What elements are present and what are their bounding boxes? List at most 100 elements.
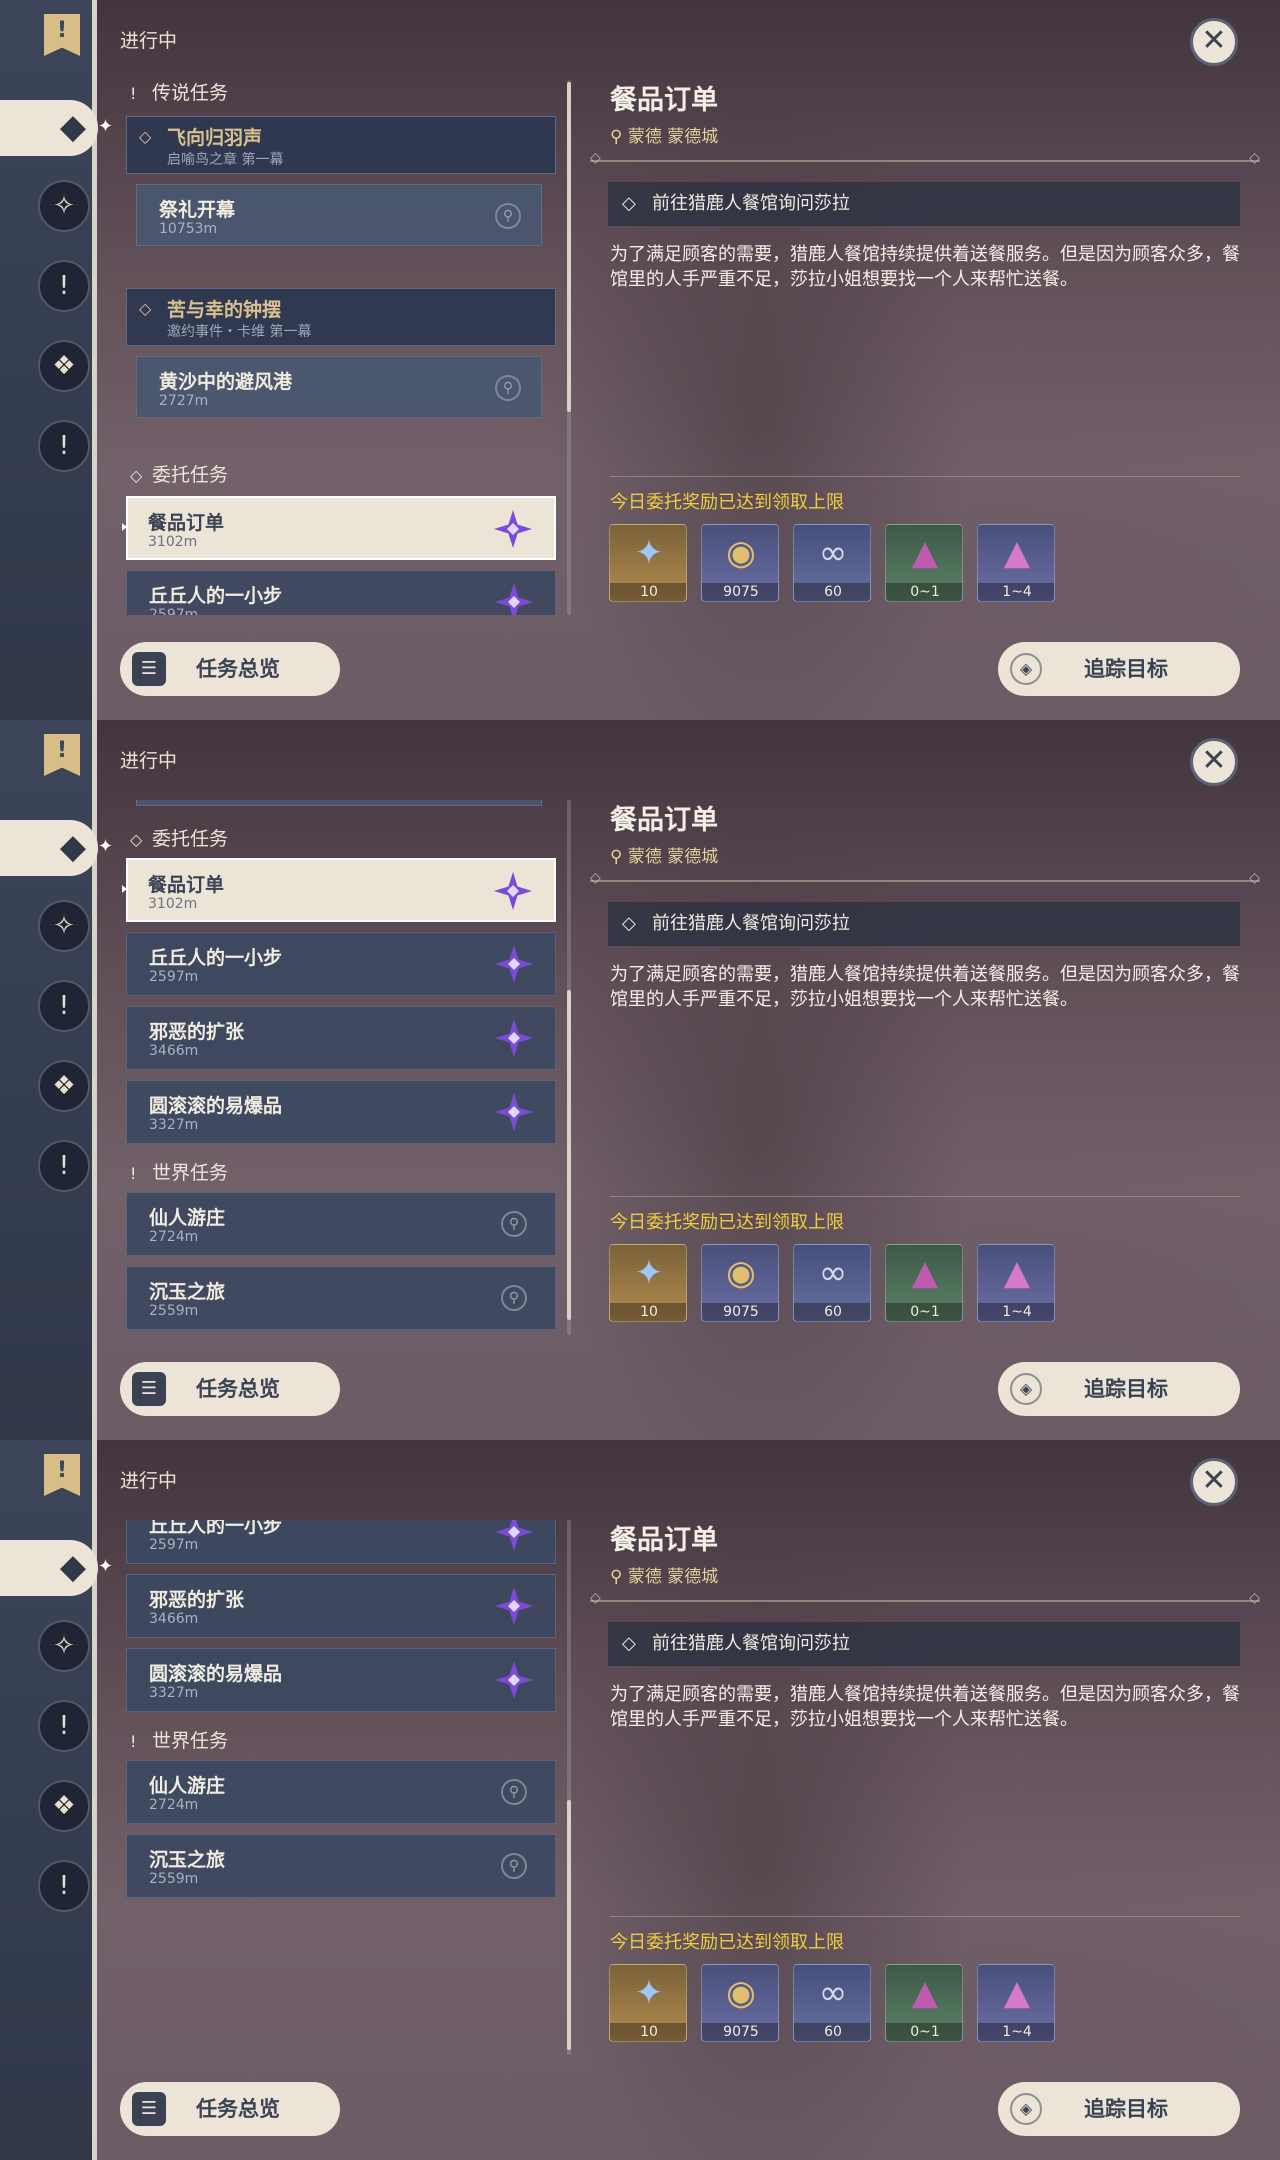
quest-overview-button[interactable]: ☰ 任务总览	[120, 2082, 340, 2136]
quest-title: 餐品订单	[148, 512, 225, 534]
overview-icon: ☰	[132, 652, 166, 686]
track-icon: ◈	[1010, 1373, 1042, 1405]
quest-distance: 2724m	[149, 1797, 199, 1813]
map-pin-icon: ⚲	[501, 1211, 527, 1237]
quest-world-item[interactable]: 沉玉之旅 2559m ⚲	[126, 1266, 556, 1330]
objective-diamond-icon: ◇	[622, 913, 636, 934]
map-pin-icon: ⚲	[495, 375, 521, 401]
quest-description: 为了满足顾客的需要，猎鹿人餐馆持续提供着送餐服务。但是因为顾客众多，餐馆里的人手…	[610, 1684, 1240, 1730]
reward-mora[interactable]: ◉ 9075	[701, 1964, 779, 2042]
reward-primogem[interactable]: ✦ 10	[609, 524, 687, 602]
close-button[interactable]: ✕	[1190, 1458, 1238, 1506]
detail-location: ⚲ 蒙德 蒙德城	[610, 847, 719, 867]
objective-diamond-icon: ◇	[622, 193, 636, 214]
reward-ore[interactable]: ▲ 0~1	[885, 1244, 963, 1322]
quest-legend-1[interactable]: ◇ 飞向归羽声 启喻鸟之章 第一幕	[126, 116, 556, 174]
quest-distance: 3327m	[149, 1685, 199, 1701]
reward-mora[interactable]: ◉ 9075	[701, 1244, 779, 1322]
quest-title: 苦与幸的钟摆	[167, 299, 282, 321]
quest-title: 丘丘人的一小步	[149, 947, 283, 969]
quest-distance: 2597m	[149, 1537, 199, 1553]
quest-title: 飞向归羽声	[167, 127, 263, 149]
list-scrollbar-thumb[interactable]	[567, 990, 571, 1320]
quest-commission-selected[interactable]: 餐品订单 3102m	[122, 496, 556, 560]
section-world-heading: ! 世界任务	[130, 1160, 228, 1186]
section-legend-heading: ! 传说任务	[130, 80, 228, 106]
reward-primogem[interactable]: ✦ 10	[609, 1964, 687, 2042]
reward-crystal[interactable]: ▲ 1~4	[977, 524, 1055, 602]
close-button[interactable]: ✕	[1190, 738, 1238, 786]
selected-arrow-icon	[122, 520, 127, 534]
exp-icon: ∞	[818, 1973, 848, 2013]
quest-commission-item[interactable]: 丘丘人的一小步 2597m	[126, 932, 556, 996]
quest-subtitle: 启喻鸟之章 第一幕	[167, 152, 284, 168]
quest-world-item[interactable]: 沉玉之旅 2559m ⚲	[126, 1834, 556, 1898]
content-2: 进行中 ✕ 黄沙中的避风港 2727m ⚲ ◇委托任务 餐品订单 3102m	[0, 720, 1280, 1440]
track-objective-button[interactable]: ◈ 追踪目标	[998, 2082, 1240, 2136]
commission-star-icon	[495, 1019, 533, 1057]
quest-screen-1: ! ◆ ✦ ✧ ! ❖ ! 进行中 ✕ ! 传说任务 ◇ 飞向归羽声 启喻鸟之章 …	[0, 0, 1280, 720]
quest-commission-item[interactable]: 丘丘人的一小步 2597m	[126, 1520, 556, 1564]
quest-title: 丘丘人的一小步	[149, 585, 283, 607]
commission-star-icon	[494, 872, 532, 910]
quest-world-item[interactable]: 仙人游庄 2724m ⚲	[126, 1760, 556, 1824]
quest-screen-3: ! ◆ ✦ ✧ ! ❖ ! 进行中 ✕ 丘丘人的一小步 2597m 邪恶的扩张 …	[0, 1440, 1280, 2160]
divider	[610, 1916, 1240, 1917]
reward-primogem[interactable]: ✦ 10	[609, 1244, 687, 1322]
quest-commission-item[interactable]: 圆滚滚的易爆品 3327m	[126, 1648, 556, 1712]
mora-icon: ◉	[726, 1973, 756, 2013]
quest-world-item[interactable]: 仙人游庄 2724m ⚲	[126, 1192, 556, 1256]
quest-distance: 3466m	[149, 1611, 199, 1627]
reward-exp[interactable]: ∞ 60	[793, 1964, 871, 2042]
reward-ore[interactable]: ▲ 0~1	[885, 524, 963, 602]
reward-exp[interactable]: ∞ 60	[793, 1244, 871, 1322]
quest-commission-item[interactable]: 圆滚滚的易爆品 3327m	[126, 1080, 556, 1144]
quest-overview-button[interactable]: ☰ 任务总览	[120, 642, 340, 696]
map-pin-icon: ⚲	[495, 203, 521, 229]
quest-title: 仙人游庄	[149, 1775, 226, 1797]
quest-title: 祭礼开幕	[159, 199, 236, 221]
quest-overview-button[interactable]: ☰ 任务总览	[120, 1362, 340, 1416]
objective-bar: ◇ 前往猎鹿人餐馆询问莎拉	[608, 182, 1240, 226]
reward-limit-note: 今日委托奖励已达到领取上限	[610, 1212, 844, 1233]
quest-commission-item[interactable]: 邪恶的扩张 3466m	[126, 1006, 556, 1070]
location-pin-icon: ⚲	[610, 1567, 623, 1587]
crystal-icon: ▲	[1003, 533, 1031, 573]
quest-list[interactable]: 丘丘人的一小步 2597m 邪恶的扩张 3466m 圆滚滚的易爆品 3327m …	[122, 1520, 557, 2055]
selected-arrow-icon	[122, 882, 127, 896]
quest-list[interactable]: 黄沙中的避风港 2727m ⚲ ◇委托任务 餐品订单 3102m 丘丘人的一小步…	[122, 800, 557, 1335]
commission-star-icon	[495, 1661, 533, 1699]
quest-commission-selected[interactable]: 餐品订单 3102m	[122, 858, 556, 922]
quest-list[interactable]: ! 传说任务 ◇ 飞向归羽声 启喻鸟之章 第一幕 祭礼开幕 10753m ⚲ ◇ …	[122, 80, 557, 615]
quest-step-item[interactable]: 黄沙中的避风港 2727m ⚲	[136, 356, 542, 418]
track-objective-button[interactable]: ◈ 追踪目标	[998, 1362, 1240, 1416]
crystal-icon: ▲	[911, 533, 939, 573]
quest-title: 沉玉之旅	[149, 1849, 226, 1871]
divider	[610, 476, 1240, 477]
legend-section-icon: !	[130, 84, 137, 103]
list-scrollbar-thumb[interactable]	[567, 82, 571, 412]
commission-section-icon: ◇	[130, 830, 143, 849]
quest-title: 邪恶的扩张	[149, 1589, 245, 1611]
location-pin-icon: ⚲	[610, 127, 623, 147]
quest-step-item[interactable]: 祭礼开幕 10753m ⚲	[136, 184, 542, 246]
quest-commission-item[interactable]: 邪恶的扩张 3466m	[126, 1574, 556, 1638]
track-objective-button[interactable]: ◈ 追踪目标	[998, 642, 1240, 696]
detail-title: 餐品订单	[610, 1525, 718, 1556]
mora-icon: ◉	[726, 533, 756, 573]
reward-exp[interactable]: ∞ 60	[793, 524, 871, 602]
list-scrollbar-thumb[interactable]	[567, 1800, 571, 2050]
quest-title: 圆滚滚的易爆品	[149, 1095, 283, 1117]
reward-ore[interactable]: ▲ 0~1	[885, 1964, 963, 2042]
track-icon: ◈	[1010, 653, 1042, 685]
location-pin-icon: ⚲	[610, 847, 623, 867]
quest-distance: 2559m	[149, 1871, 199, 1887]
reward-crystal[interactable]: ▲ 1~4	[977, 1964, 1055, 2042]
legend-diamond-icon: ◇	[139, 299, 152, 318]
reward-mora[interactable]: ◉ 9075	[701, 524, 779, 602]
quest-step-item[interactable]: 黄沙中的避风港 2727m ⚲	[136, 800, 542, 806]
close-button[interactable]: ✕	[1190, 18, 1238, 66]
reward-crystal[interactable]: ▲ 1~4	[977, 1244, 1055, 1322]
quest-commission-item[interactable]: 丘丘人的一小步 2597m	[126, 570, 556, 615]
quest-legend-2[interactable]: ◇ 苦与幸的钟摆 邀约事件・卡维 第一幕	[126, 288, 556, 346]
